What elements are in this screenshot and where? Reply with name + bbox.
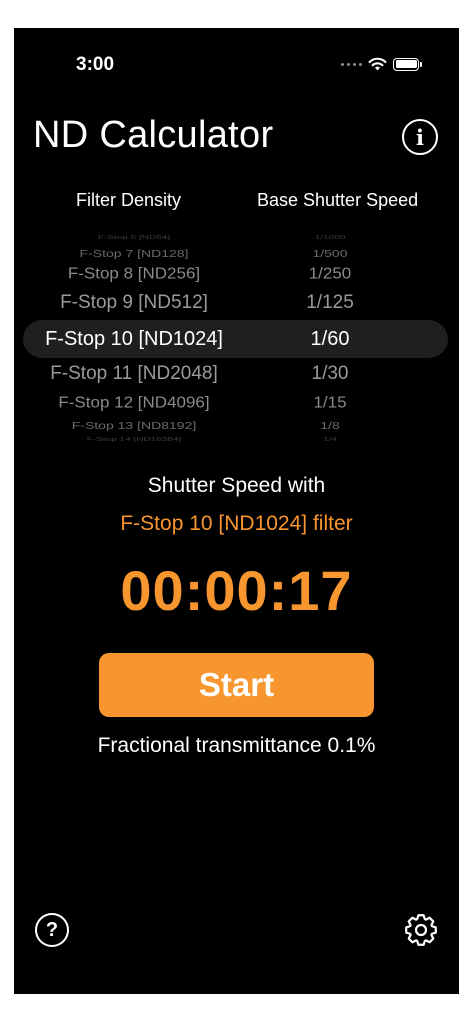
picker-speed-label: 1/30 [311,363,349,384]
picker-speed-label: 1/125 [306,292,354,313]
battery-icon [393,57,422,71]
signal-icon [341,62,362,66]
status-icons [341,57,422,71]
picker-speed-label: 1/60 [310,328,350,350]
filter-density-header: Filter Density [76,190,182,210]
picker-row[interactable]: F-Stop 14 [ND16384] 1/4 [14,432,459,449]
wifi-icon [368,57,387,71]
help-button[interactable]: ? [35,913,69,947]
picker-filter-label: F-Stop 14 [ND16384] [86,436,182,443]
picker-filter-label: F-Stop 11 [ND2048] [50,363,218,384]
picker-row[interactable]: F-Stop 8 [ND256] 1/250 [14,261,459,288]
picker-row[interactable]: F-Stop 9 [ND512] 1/125 [14,288,459,318]
picker-filter-label: F-Stop 12 [ND4096] [58,394,210,412]
start-button[interactable]: Start [99,653,374,717]
help-circle-icon: ? [45,918,59,941]
app-screen: 3:00 ND Calculator i Filter Density Base… [14,28,459,994]
picker-filter-label: F-Stop 8 [ND256] [67,265,201,283]
info-circle-icon: i [416,124,424,150]
picker-row-selected[interactable]: F-Stop 10 [ND1024] 1/60 [14,324,459,354]
base-shutter-speed-header: Base Shutter Speed [257,190,419,210]
shutter-speed-label: Shutter Speed with [147,474,326,497]
picker-speed-label: 1/250 [308,265,352,283]
picker-row[interactable]: F-Stop 11 [ND2048] 1/30 [14,359,459,389]
transmittance-label: Fractional transmittance 0.1% [97,734,376,757]
status-time: 3:00 [76,54,115,75]
info-button[interactable]: i [402,119,438,155]
timer-display: 00:00:17 [120,559,353,622]
gear-icon[interactable] [402,911,440,949]
page-title: ND Calculator [33,114,274,156]
picker-filter-label: F-Stop 9 [ND512] [60,292,208,313]
picker-row[interactable]: F-Stop 12 [ND4096] 1/15 [14,390,459,417]
picker-filter-label: F-Stop 10 [ND1024] [45,328,223,350]
selected-filter-label: F-Stop 10 [ND1024] filter [120,512,353,535]
picker-speed-label: 1/15 [313,394,347,412]
picker-speed-label: 1/4 [323,436,337,443]
